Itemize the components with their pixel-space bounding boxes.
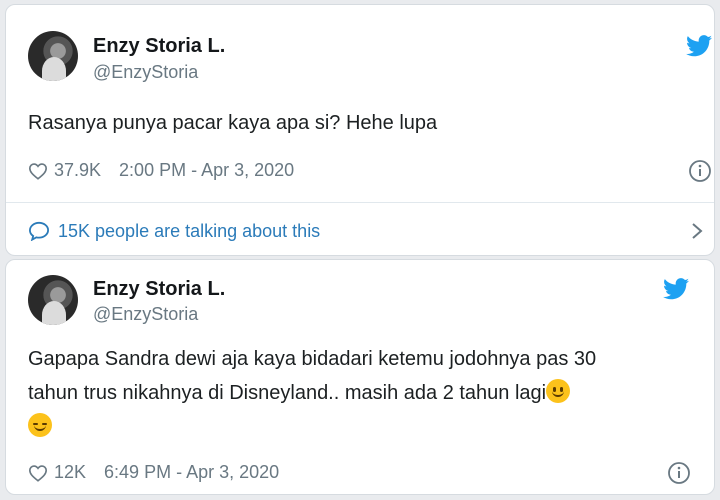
tweet-text-line: tahun trus nikahnya di Disneyland.. masi… xyxy=(28,382,547,404)
tweet-emoji-line xyxy=(28,410,698,444)
author-handle[interactable]: @EnzyStoria xyxy=(93,62,198,83)
author-name[interactable]: Enzy Storia L. xyxy=(93,35,225,58)
tweet-card[interactable]: Enzy Storia L. @EnzyStoria Gapapa Sandra… xyxy=(5,259,715,495)
tweet-text: Gapapa Sandra dewi aja kaya bidadari ket… xyxy=(28,342,698,444)
talking-about-link[interactable]: 15K people are talking about this xyxy=(28,217,708,245)
talking-about-label[interactable]: 15K people are talking about this xyxy=(58,221,320,242)
tweet-text-line: Gapapa Sandra dewi aja kaya bidadari ket… xyxy=(28,348,597,370)
relieved-face-icon xyxy=(28,413,52,437)
heart-icon[interactable] xyxy=(28,162,48,180)
chevron-right-icon[interactable] xyxy=(690,221,704,241)
avatar[interactable] xyxy=(28,275,78,325)
divider xyxy=(6,202,714,203)
speech-bubble-icon xyxy=(28,221,50,241)
tweet-text: Rasanya punya pacar kaya apa si? Hehe lu… xyxy=(28,112,438,134)
author-handle[interactable]: @EnzyStoria xyxy=(93,304,198,325)
author-name[interactable]: Enzy Storia L. xyxy=(93,278,225,301)
timestamp[interactable]: 2:00 PM - Apr 3, 2020 xyxy=(119,160,294,181)
slightly-smiling-face-icon xyxy=(546,379,571,403)
info-icon[interactable] xyxy=(667,461,691,485)
avatar[interactable] xyxy=(28,31,78,81)
tweet-meta: 12K 6:49 PM - Apr 3, 2020 xyxy=(28,462,279,483)
tweet-card[interactable]: Enzy Storia L. @EnzyStoria Rasanya punya… xyxy=(5,4,715,256)
twitter-bird-icon[interactable] xyxy=(686,35,712,57)
tweet-meta: 37.9K 2:00 PM - Apr 3, 2020 xyxy=(28,160,294,181)
info-icon[interactable] xyxy=(688,159,712,183)
twitter-bird-icon[interactable] xyxy=(663,278,689,300)
timestamp[interactable]: 6:49 PM - Apr 3, 2020 xyxy=(104,462,279,483)
like-count[interactable]: 37.9K xyxy=(54,160,101,181)
heart-icon[interactable] xyxy=(28,464,48,482)
tweet-text-line-with-emoji: tahun trus nikahnya di Disneyland.. masi… xyxy=(28,376,698,410)
like-count[interactable]: 12K xyxy=(54,462,86,483)
